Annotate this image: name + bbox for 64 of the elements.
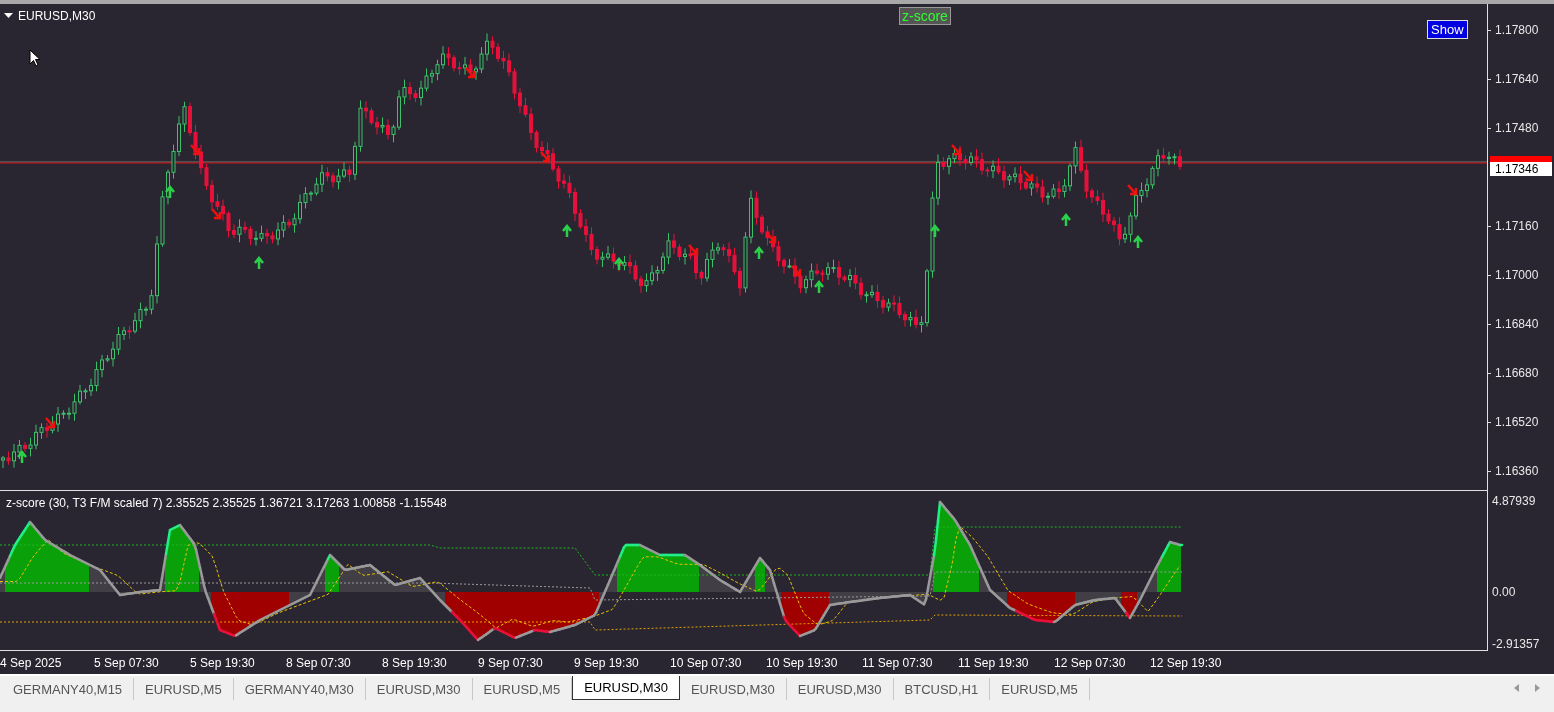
price-label: 1.17000 [1495, 268, 1539, 282]
up-arrow-icon [561, 224, 573, 239]
price-label: 1.16840 [1495, 317, 1539, 331]
down-arrow-icon [950, 143, 962, 156]
indicator-name-label: z-score [899, 7, 951, 25]
time-label: 8 Sep 19:30 [382, 656, 448, 670]
time-label: 5 Sep 19:30 [190, 656, 256, 670]
time-label: 10 Sep 19:30 [766, 656, 839, 670]
chart-tab[interactable]: GERMANY40,M15 [2, 678, 135, 700]
up-arrow-icon [1132, 235, 1144, 250]
time-label: 9 Sep 19:30 [574, 656, 640, 670]
chart-tab[interactable]: BTCUSD,H1 [893, 678, 991, 700]
chart-tab[interactable]: EURUSD,M30 [572, 676, 680, 700]
indicator-axis-label: 4.87939 [1492, 494, 1536, 508]
price-label: 1.16520 [1495, 415, 1539, 429]
down-arrow-icon [210, 207, 222, 220]
dropdown-icon[interactable] [4, 13, 13, 19]
time-label: 12 Sep 07:30 [1054, 656, 1127, 670]
up-arrow-icon [753, 246, 765, 261]
indicator-axis-label: -2.91357 [1492, 637, 1540, 651]
indicator-legend: z-score (30, T3 F/M scaled 7) 2.35525 2.35525 1.36721 3.17263 1.00858 -1.15548 [6, 496, 447, 510]
indicator-axis-label: 0.00 [1492, 585, 1516, 599]
time-label: 4 Sep 2025 [0, 656, 63, 670]
chart-title: EURUSD,M30 [18, 9, 96, 23]
time-label: 11 Sep 19:30 [958, 656, 1030, 670]
chart-tab[interactable]: EURUSD,M30 [786, 678, 894, 700]
mouse-cursor-icon [29, 49, 41, 67]
time-label: 11 Sep 07:30 [862, 656, 934, 670]
chart-tab[interactable]: EURUSD,M30 [365, 678, 473, 700]
down-arrow-icon [1126, 183, 1138, 196]
chart-tab[interactable]: EURUSD,M30 [679, 678, 787, 700]
bid-price-label: 1.17346 [1490, 162, 1552, 176]
time-label: 5 Sep 07:30 [94, 656, 160, 670]
up-arrow-icon [1060, 213, 1072, 228]
down-arrow-icon [539, 150, 551, 163]
down-arrow-icon [687, 243, 699, 256]
scroll-right-icon[interactable] [1535, 684, 1540, 692]
price-label: 1.17800 [1495, 23, 1539, 37]
price-label: 1.16360 [1495, 464, 1539, 478]
up-arrow-icon [16, 450, 28, 465]
price-label: 1.17640 [1495, 72, 1539, 86]
down-arrow-icon [765, 231, 777, 244]
price-label: 1.17160 [1495, 219, 1539, 233]
price-label: 1.17480 [1495, 121, 1539, 135]
up-arrow-icon [253, 256, 265, 271]
price-label: 1.16680 [1495, 366, 1539, 380]
down-arrow-icon [790, 264, 802, 277]
down-arrow-icon [1022, 169, 1034, 182]
time-label: 8 Sep 07:30 [286, 656, 352, 670]
up-arrow-icon [813, 280, 825, 295]
time-label: 9 Sep 07:30 [478, 656, 544, 670]
down-arrow-icon [44, 416, 56, 429]
chart-tab[interactable]: GERMANY40,M30 [233, 678, 366, 700]
up-arrow-icon [613, 257, 625, 272]
time-label: 10 Sep 07:30 [670, 656, 743, 670]
down-arrow-icon [189, 143, 201, 156]
down-arrow-icon [464, 66, 476, 79]
time-label: 12 Sep 19:30 [1150, 656, 1223, 670]
up-arrow-icon [929, 224, 941, 239]
chart-tab[interactable]: EURUSD,M5 [990, 678, 1090, 700]
up-arrow-icon [164, 185, 176, 200]
chart-tab[interactable]: EURUSD,M5 [134, 678, 234, 700]
show-button[interactable]: Show [1427, 20, 1468, 39]
scroll-left-icon[interactable] [1514, 684, 1519, 692]
